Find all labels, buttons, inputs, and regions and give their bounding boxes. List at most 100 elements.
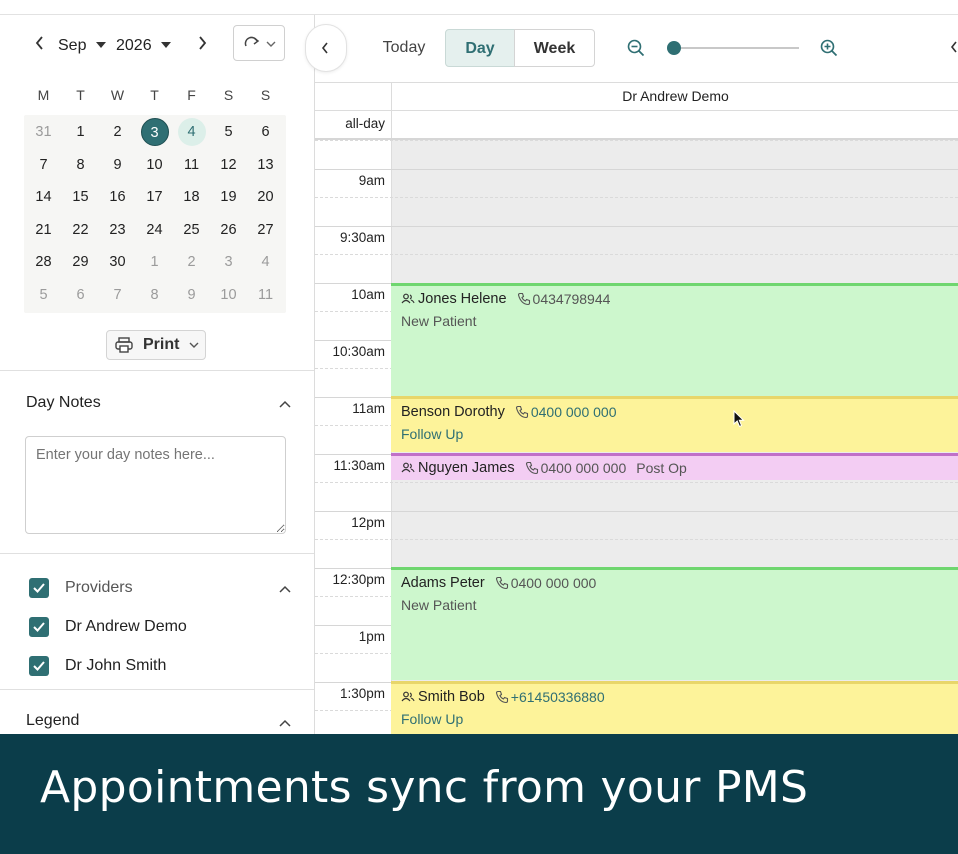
chevron-up-icon [279,719,291,727]
calendar-day[interactable]: 7 [25,149,62,181]
calendar-day[interactable]: 22 [62,214,99,246]
calendar-day[interactable]: 17 [136,181,173,213]
calendar-day-label: 5 [39,287,48,303]
chevron-down-icon [266,41,276,47]
caret-down-icon [161,42,172,48]
time-label: 10:30am [332,344,385,359]
weekday-label: M [37,87,50,103]
calendar-day[interactable]: 4 [247,246,284,278]
calendar-day[interactable]: 13 [247,149,284,181]
appointment-card[interactable]: Adams Peter 0400 000 000 New Patient [391,567,958,680]
calendar-day-label: 9 [113,156,122,173]
calendar-day[interactable]: 12 [210,149,247,181]
calendar-day[interactable]: 30 [99,246,136,278]
calendar-day[interactable]: 5 [25,279,62,311]
checkmark-icon [33,583,45,593]
weekday-label: F [187,87,196,103]
calendar-day-label: 14 [35,189,52,206]
calendar-day-label: 5 [224,124,233,140]
today-button[interactable]: Today [372,29,436,67]
zoom-slider-handle[interactable] [667,41,681,55]
calendar-day[interactable]: 4 [173,116,210,148]
calendar-day[interactable]: 10 [136,149,173,181]
calendar-day-label: 4 [177,118,206,146]
calendar-day[interactable]: 27 [247,214,284,246]
day-notes-title: Day Notes [26,394,101,411]
calendar-day[interactable]: 14 [25,181,62,213]
providers-collapse-button[interactable] [278,581,292,599]
calendar-day[interactable]: 3 [210,246,247,278]
calendar-day[interactable]: 11 [173,149,210,181]
calendar-day-label: 13 [257,156,274,173]
calendar-day[interactable]: 9 [173,279,210,311]
appointment-type: Post Op [636,460,687,476]
prev-month-button[interactable] [34,35,46,56]
slot-line-dashed [315,539,958,540]
calendar-day-label: 27 [257,221,274,238]
provider-checkbox[interactable] [29,656,49,676]
appointment-card[interactable]: Benson Dorothy 0400 000 000 Follow Up [391,396,958,452]
caret-down-icon [95,42,106,48]
appointment-card[interactable]: Smith Bob +61450336880 Follow Up [391,681,958,734]
calendar-day[interactable]: 11 [247,279,284,311]
appointment-card[interactable]: Jones Helene 0434798944 New Patient [391,283,958,396]
time-label: 9:30am [339,230,385,245]
calendar-day[interactable]: 5 [210,116,247,148]
calendar-day[interactable]: 1 [136,246,173,278]
calendar-day[interactable]: 2 [173,246,210,278]
calendar-day[interactable]: 6 [62,279,99,311]
calendar-day[interactable]: 16 [99,181,136,213]
calendar-day[interactable]: 15 [62,181,99,213]
time-label: 11am [352,401,385,416]
day-notes-collapse-button[interactable] [278,396,292,414]
zoom-out-button[interactable] [627,39,645,62]
calendar-day[interactable]: 20 [247,181,284,213]
phone-icon [515,405,528,419]
slot-line-dashed [315,197,958,198]
calendar-day-label: 16 [109,189,126,206]
calendar-day[interactable]: 26 [210,214,247,246]
appointment-type: Follow Up [401,711,464,727]
calendar-day-label: 31 [35,124,52,140]
calendar-day-label: 9 [187,287,196,303]
chevron-left-icon [35,36,43,50]
calendar-day[interactable]: 23 [99,214,136,246]
calendar-day[interactable]: 10 [210,279,247,311]
appointment-type: New Patient [401,313,477,329]
zoom-slider-track[interactable] [669,47,799,49]
calendar-day[interactable]: 19 [210,181,247,213]
prev-day-button[interactable] [950,40,958,59]
collapse-sidebar-button[interactable] [305,24,347,72]
refresh-dropdown-button[interactable] [233,25,285,61]
next-month-button[interactable] [196,35,208,56]
calendar-day[interactable]: 24 [136,214,173,246]
calendar-day[interactable]: 21 [25,214,62,246]
calendar-day[interactable]: 1 [62,116,99,148]
week-view-button[interactable]: Week [514,29,595,67]
weekday-label: S [223,87,234,103]
month-select[interactable]: Sep [58,37,107,55]
calendar-day[interactable]: 8 [136,279,173,311]
calendar-day[interactable]: 7 [99,279,136,311]
legend-collapse-button[interactable] [278,715,292,733]
print-button[interactable]: Print [106,330,206,360]
day-view-button[interactable]: Day [445,29,515,67]
provider-checkbox[interactable] [29,617,49,637]
calendar-day[interactable]: 29 [62,246,99,278]
calendar-day[interactable]: 2 [99,116,136,148]
zoom-in-button[interactable] [820,39,838,62]
appointment-card[interactable]: Nguyen James 0400 000 000 Post Op [391,453,958,480]
calendar-day[interactable]: 9 [99,149,136,181]
day-notes-input[interactable] [25,436,286,534]
calendar-day[interactable]: 31 [25,116,62,148]
patient-phone: +61450336880 [510,689,605,705]
calendar-day[interactable]: 3 [136,116,173,148]
providers-all-checkbox[interactable] [29,578,49,598]
calendar-day[interactable]: 18 [173,181,210,213]
providers-title: Providers [65,579,133,596]
calendar-day[interactable]: 8 [62,149,99,181]
year-select[interactable]: 2026 [116,37,172,55]
calendar-day[interactable]: 28 [25,246,62,278]
calendar-day[interactable]: 25 [173,214,210,246]
calendar-day[interactable]: 6 [247,116,284,148]
